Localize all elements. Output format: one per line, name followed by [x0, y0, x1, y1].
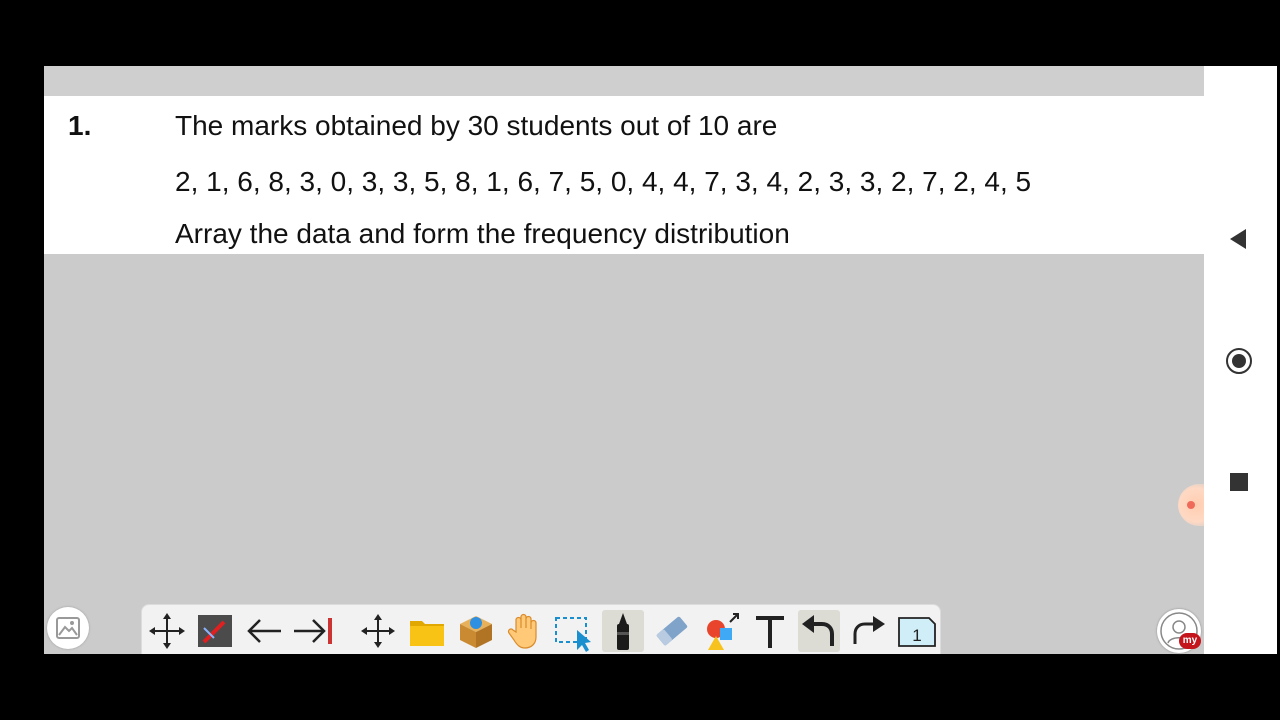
hand-icon [507, 613, 537, 649]
gallery-button[interactable] [47, 607, 89, 649]
open-folder-button[interactable] [406, 610, 448, 652]
resources-box-icon [460, 616, 492, 648]
question-line-3: Array the data and form the frequency di… [175, 218, 790, 249]
selection-tool-button[interactable] [553, 610, 595, 652]
whiteboard-canvas[interactable]: 1. The marks obtained by 30 students out… [44, 66, 1204, 654]
home-icon[interactable] [1226, 348, 1252, 374]
page-number-button[interactable]: 1 [896, 610, 938, 652]
my-badge: my [1179, 633, 1201, 649]
next-button[interactable] [292, 610, 334, 652]
android-navigation-bar [1204, 66, 1277, 654]
hand-tool-button[interactable] [504, 610, 546, 652]
pen-settings-icon [198, 615, 232, 647]
question-number: 1. [68, 110, 92, 141]
shapes-icon [707, 613, 739, 650]
question-panel: 1. The marks obtained by 30 students out… [44, 96, 1204, 254]
undo-button[interactable] [798, 610, 840, 652]
move-icon [149, 613, 185, 649]
image-icon [56, 617, 80, 639]
redo-icon [853, 616, 885, 644]
bottom-toolbar: 1 [141, 604, 941, 654]
marker-icon [617, 613, 629, 650]
eraser-tool-button[interactable] [651, 610, 693, 652]
undo-icon [802, 615, 834, 646]
page-number: 1 [912, 626, 921, 645]
redo-button[interactable] [847, 610, 889, 652]
next-arrow-icon [294, 618, 332, 644]
question-line-1: The marks obtained by 30 students out of… [175, 110, 778, 141]
shapes-tool-button[interactable] [700, 610, 742, 652]
top-strip [44, 66, 1204, 96]
marker-tool-button[interactable] [602, 610, 644, 652]
recent-apps-icon[interactable] [1230, 473, 1248, 491]
pan-button[interactable] [357, 610, 399, 652]
pen-settings-button[interactable] [194, 610, 236, 652]
profile-button[interactable]: my [1157, 609, 1201, 653]
move-tool-button[interactable] [146, 610, 188, 652]
text-icon [756, 616, 784, 648]
previous-arrow-icon [247, 619, 281, 643]
resources-button[interactable] [455, 610, 497, 652]
folder-icon [410, 621, 444, 646]
page-icon: 1 [898, 617, 936, 647]
previous-button[interactable] [243, 610, 285, 652]
back-icon[interactable] [1230, 229, 1246, 249]
eraser-icon [656, 616, 688, 646]
question-data-values: 2, 1, 6, 8, 3, 0, 3, 3, 5, 8, 1, 6, 7, 5… [175, 166, 1032, 197]
text-tool-button[interactable] [749, 610, 791, 652]
selection-icon [555, 617, 591, 652]
pan-arrows-icon [361, 614, 395, 648]
